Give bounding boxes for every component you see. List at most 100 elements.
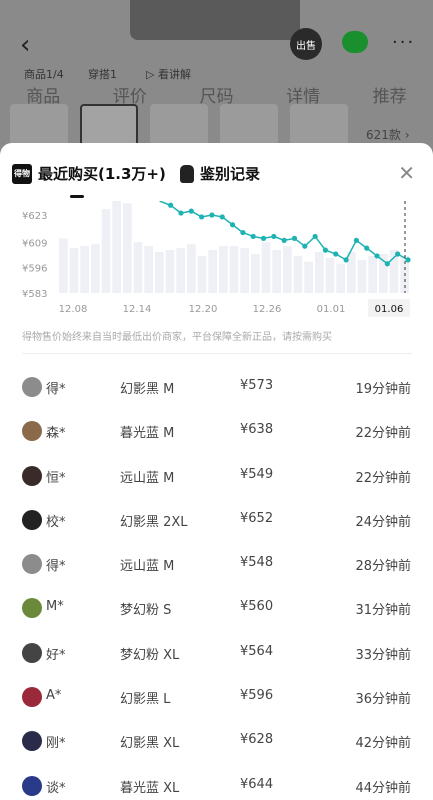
volume-bar: [165, 250, 175, 293]
sale-price: ¥652: [240, 510, 274, 526]
buyer-name: 森*: [46, 426, 66, 442]
bag-icon: [180, 164, 194, 183]
dewu-logo-icon: 得物: [12, 163, 32, 184]
variant-thumbnails: [10, 104, 348, 146]
price-trend-chart[interactable]: ¥623 ¥609 ¥596 ¥583 12.08 12.14 12.20 12.26 01.0…: [0, 181, 433, 319]
volume-bar: [123, 203, 132, 293]
price-chart-svg: ¥623 ¥609 ¥596 ¥583 12.08 12.14 12.20 12.26 01.0…: [22, 181, 411, 317]
buyer-name: 校*: [46, 514, 66, 530]
volume-bar: [133, 242, 143, 293]
more-options-icon[interactable]: ···: [392, 32, 415, 53]
back-arrow-icon[interactable]: ‹: [20, 30, 30, 60]
price-point: [374, 253, 380, 259]
avatar: [22, 775, 42, 796]
active-tab-indicator: [70, 195, 84, 198]
price-point: [353, 237, 359, 243]
purchase-record-row: A* 幻影黑 L ¥596 36分钟前: [0, 675, 433, 719]
variant-thumb[interactable]: [10, 104, 68, 146]
volume-bar: [176, 248, 185, 293]
close-icon[interactable]: ✕: [398, 161, 415, 185]
price-point: [281, 237, 287, 243]
wechat-icon[interactable]: [342, 31, 368, 53]
sale-price: ¥638: [240, 422, 274, 438]
volume-bar: [325, 257, 335, 293]
sale-price: ¥549: [240, 466, 274, 482]
sheet-header: 得物 最近购买(1.3万+) 鉴别记录 ✕: [0, 143, 433, 201]
volume-bar: [208, 250, 217, 293]
price-point: [364, 245, 370, 251]
x-tick-label: 01.01: [317, 304, 346, 315]
volume-bar: [80, 246, 89, 293]
variant-count[interactable]: 621款 ›: [366, 126, 410, 143]
price-point: [229, 222, 236, 228]
price-point: [178, 210, 184, 216]
purchase-record-row: 好* 梦幻粉 XL ¥564 33分钟前: [0, 631, 433, 675]
product-spec: 梦幻粉 S: [120, 603, 172, 619]
avatar: [22, 731, 42, 752]
variant-thumb-selected[interactable]: [80, 104, 138, 146]
sale-price: ¥548: [240, 555, 274, 571]
purchase-record-row: 得* 幻影黑 M ¥573 19分钟前: [0, 365, 433, 409]
volume-bar: [315, 252, 324, 293]
price-point: [312, 233, 318, 240]
avatar: [22, 421, 42, 442]
volume-bar: [293, 255, 303, 293]
variant-thumb[interactable]: [290, 104, 348, 146]
variant-thumb[interactable]: [150, 104, 208, 146]
purchase-time: 33分钟前: [355, 647, 411, 663]
avatar: [22, 598, 42, 619]
sell-button[interactable]: 出售: [290, 28, 322, 60]
purchase-time: 22分钟前: [355, 470, 411, 486]
purchase-record-row: 谈* 暮光蓝 XL ¥644 44分钟前: [0, 764, 433, 800]
purchase-time: 24分钟前: [355, 514, 411, 530]
tab-recent-purchases[interactable]: 得物 最近购买(1.3万+): [12, 163, 166, 184]
outfit-counter: 穿搭1: [88, 68, 117, 81]
tab-authentication-label: 鉴别记录: [200, 165, 261, 183]
sale-price: ¥596: [240, 688, 274, 704]
divider: [22, 353, 412, 354]
volume-bar: [219, 246, 228, 293]
price-point: [384, 261, 390, 267]
avatar: [22, 465, 42, 486]
product-spec: 远山蓝 M: [120, 559, 175, 575]
buyer-name: 得*: [46, 382, 66, 397]
purchase-time: 44分钟前: [355, 780, 411, 796]
buyer-name: 恒*: [46, 470, 66, 486]
buyer-name: M*: [46, 599, 64, 615]
price-point: [209, 212, 215, 218]
purchase-time: 22分钟前: [355, 426, 411, 442]
y-tick-label: ¥596: [22, 264, 47, 275]
purchase-time: 42分钟前: [355, 736, 411, 752]
price-point: [219, 214, 225, 220]
volume-bar: [368, 255, 377, 293]
background-product-page: ‹ 出售 ··· 商品1/4 穿搭1 ▷ 看讲解 商品 评价 尺码 详情 推荐 …: [0, 0, 433, 150]
product-counter: 商品1/4: [24, 68, 64, 81]
y-tick-label: ¥623: [22, 211, 47, 222]
tab-recommend[interactable]: 推荐: [373, 82, 407, 107]
sale-price: ¥560: [240, 599, 274, 615]
volume-bar: [112, 199, 121, 293]
price-point: [333, 251, 339, 257]
avatar: [22, 642, 42, 663]
volume-bar: [59, 238, 68, 293]
y-tick-label: ¥583: [22, 289, 47, 300]
volume-bar: [347, 252, 356, 293]
volume-bar: [251, 253, 260, 293]
tab-authentication-records[interactable]: 鉴别记录: [180, 163, 260, 184]
product-spec: 暮光蓝 XL: [120, 780, 180, 796]
recent-purchases-sheet: 得物 最近购买(1.3万+) 鉴别记录 ✕ ¥623 ¥609 ¥596 ¥583 12…: [0, 143, 433, 800]
product-spec: 幻影黑 XL: [120, 736, 180, 752]
volume-bar: [69, 248, 79, 293]
watch-explanation-link[interactable]: ▷ 看讲解: [146, 66, 191, 82]
price-point: [250, 233, 256, 240]
volume-bar: [272, 250, 281, 293]
price-point: [271, 233, 277, 240]
buyer-name: 刚*: [46, 736, 66, 752]
sale-price: ¥573: [240, 378, 274, 393]
volume-bar: [336, 263, 345, 293]
product-spec: 幻影黑 M: [120, 382, 175, 397]
avatar: [22, 377, 42, 397]
price-point: [291, 235, 298, 241]
variant-thumb[interactable]: [220, 104, 278, 146]
volume-bar: [240, 248, 249, 293]
